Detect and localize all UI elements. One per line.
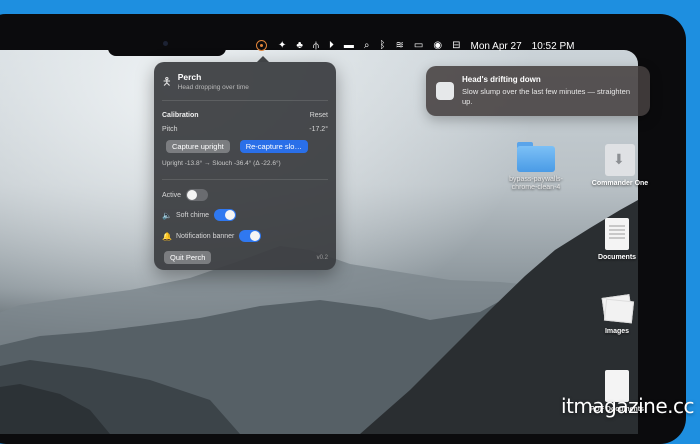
app-icon bbox=[436, 82, 454, 100]
menu-bar: ✦ ♣ ⫛ ⏵ ▬ ⌕ ᛒ ≋ ▭ ◉ ⊟ Mon Apr 27 10:52 P… bbox=[226, 36, 658, 56]
notification-banner-row: 🔔 Notification banner bbox=[162, 230, 262, 242]
desktop-documents[interactable]: Documents bbox=[585, 218, 649, 262]
soft-chime-row: 🔈 Soft chime bbox=[162, 209, 237, 221]
bed-icon[interactable]: ▬ bbox=[344, 41, 354, 51]
soft-chime-label: Soft chime bbox=[176, 211, 210, 219]
app-subtitle: Head dropping over time bbox=[177, 84, 249, 91]
badge-app-icon[interactable]: ♣ bbox=[296, 41, 303, 51]
wifi-icon[interactable]: ≋ bbox=[396, 41, 404, 51]
desktop-images[interactable]: Images bbox=[585, 294, 649, 336]
play-circle-icon[interactable]: ⏵ bbox=[329, 41, 334, 51]
bluetooth-icon[interactable]: ᛒ bbox=[380, 41, 386, 51]
quit-button[interactable]: Quit Perch bbox=[164, 251, 212, 264]
image-stack-icon bbox=[601, 294, 635, 324]
watermark: itmagazine.cc bbox=[561, 394, 694, 418]
document-icon bbox=[605, 218, 629, 250]
notification-banner-label: Notification banner bbox=[176, 232, 235, 240]
desktop-commander-one[interactable]: Commander One bbox=[585, 144, 655, 188]
notification-body: Slow slump over the last few minutes — s… bbox=[462, 87, 630, 106]
person-icon: 🯅 bbox=[162, 76, 172, 88]
notification-banner[interactable]: Head's drifting down Slow slump over the… bbox=[426, 66, 650, 116]
popover-header: 🯅 Perch Head dropping over time bbox=[162, 72, 249, 92]
desktop-folder-bypass[interactable]: bypass-paywalls- chrome-clean-4 bbox=[496, 142, 576, 193]
bell-icon: 🔔 bbox=[162, 231, 172, 241]
camera-notch bbox=[108, 36, 226, 56]
calibration-label: Calibration bbox=[162, 112, 199, 119]
pitch-value: -17.2° bbox=[309, 126, 328, 133]
notification-title: Head's drifting down bbox=[462, 75, 541, 84]
recapture-slouch-button[interactable]: Re-capture slo… bbox=[239, 140, 308, 153]
divider bbox=[162, 179, 328, 180]
pitch-label: Pitch bbox=[162, 126, 178, 133]
quit-row: Quit Perch bbox=[164, 251, 212, 264]
reset-button[interactable]: Reset bbox=[310, 112, 328, 119]
menubar-time[interactable]: 10:52 PM bbox=[532, 41, 575, 52]
folder-icon bbox=[517, 142, 555, 172]
perch-icon[interactable] bbox=[256, 40, 267, 51]
active-label: Active bbox=[162, 191, 182, 199]
camera-icon bbox=[163, 41, 168, 46]
siri-icon[interactable]: ◉ bbox=[433, 41, 442, 51]
calibration-summary: Upright -13.8° → Slouch -36.4° (Δ -22.6°… bbox=[162, 160, 281, 167]
active-toggle[interactable] bbox=[186, 189, 209, 201]
search-icon[interactable]: ⌕ bbox=[364, 41, 370, 51]
sparkle-icon[interactable]: ✦ bbox=[278, 41, 286, 51]
active-row: Active bbox=[162, 189, 209, 201]
images-label: Images bbox=[604, 328, 630, 335]
disk-image-icon bbox=[605, 144, 635, 176]
stand-icon[interactable]: ⫛ bbox=[313, 41, 319, 51]
capture-upright-button[interactable]: Capture upright bbox=[166, 140, 230, 153]
app-title: Perch bbox=[177, 72, 202, 82]
notification-banner-toggle[interactable] bbox=[239, 230, 262, 242]
documents-label: Documents bbox=[597, 254, 637, 261]
calibration-header: Calibration Reset bbox=[162, 112, 328, 119]
speaker-icon: 🔈 bbox=[162, 210, 172, 220]
control-center-icon[interactable]: ⊟ bbox=[452, 41, 460, 51]
soft-chime-toggle[interactable] bbox=[214, 209, 237, 221]
menubar-date[interactable]: Mon Apr 27 bbox=[470, 41, 521, 52]
battery-icon[interactable]: ▭ bbox=[414, 41, 423, 51]
divider bbox=[162, 100, 328, 101]
perch-popover: 🯅 Perch Head dropping over time Calibrat… bbox=[154, 62, 336, 270]
commander-label: Commander One bbox=[591, 180, 649, 187]
version-label: v0.2 bbox=[316, 255, 328, 261]
calibration-summary-row: Upright -13.8° → Slouch -36.4° (Δ -22.6°… bbox=[162, 160, 328, 167]
calibration-buttons: Capture upright Re-capture slo… bbox=[166, 140, 332, 153]
folder-label-line2: chrome-clean-4 bbox=[511, 184, 561, 192]
pitch-row: Pitch -17.2° bbox=[162, 126, 328, 133]
